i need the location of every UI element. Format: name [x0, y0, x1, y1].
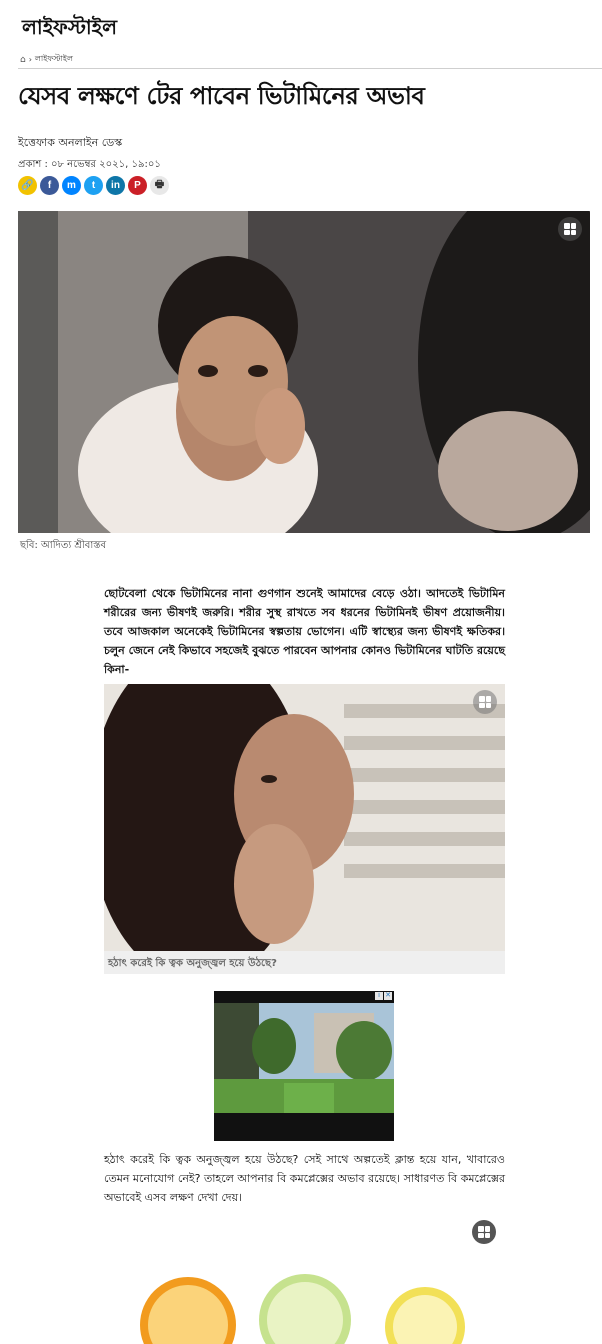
header-divider — [18, 68, 602, 69]
inline-image-caption: হঠাৎ করেই কি ত্বক অনুজ্জ্বল হয়ে উঠছে? — [104, 951, 505, 974]
gallery-icon-bottom[interactable] — [472, 1220, 496, 1244]
article-published-date: প্রকাশ : ০৮ নভেম্বর ২০২১, ১৯:০১ — [18, 159, 161, 170]
ad-illustration — [214, 1003, 394, 1113]
linkedin-icon[interactable]: in — [106, 176, 125, 195]
messenger-icon[interactable]: m — [62, 176, 81, 195]
facebook-icon[interactable]: f — [40, 176, 59, 195]
ad-close-icon[interactable]: ✕ — [384, 992, 392, 1000]
article-headline: যেসব লক্ষণে টের পাবেন ভিটামিনের অভাব — [18, 82, 425, 110]
breadcrumb-separator: › — [28, 55, 32, 64]
hero-image — [18, 211, 590, 533]
ad-badge[interactable]: i ✕ — [375, 992, 392, 1000]
inline-illustration — [104, 684, 505, 951]
twitter-icon[interactable]: t — [84, 176, 103, 195]
hero-caption: ছবি: আদিত্য শ্রীবাস্তব — [20, 540, 107, 551]
gallery-icon[interactable] — [558, 217, 582, 241]
share-bar: 🔗 f m t in P 🖶 — [18, 176, 169, 195]
inline-image — [104, 684, 505, 951]
citrus-illustration — [140, 1274, 465, 1344]
hero-illustration — [18, 211, 590, 533]
print-icon[interactable]: 🖶 — [150, 176, 169, 195]
second-paragraph: হঠাৎ করেই কি ত্বক অনুজ্জ্বল হয়ে উঠছে? স… — [104, 1153, 505, 1204]
gallery-icon-inline[interactable] — [473, 690, 497, 714]
pinterest-icon[interactable]: P — [128, 176, 147, 195]
section-title[interactable]: লাইফস্টাইল — [22, 13, 117, 46]
home-icon[interactable]: ⌂ — [20, 55, 26, 65]
citrus-image — [100, 1265, 500, 1344]
breadcrumb: ⌂ › লাইফস্টাইল — [20, 53, 73, 66]
copy-link-icon[interactable]: 🔗 — [18, 176, 37, 195]
lead-paragraph: ছোটবেলা থেকে ভিটামিনের নানা গুণগান শুনেই… — [104, 587, 505, 676]
breadcrumb-current[interactable]: লাইফস্টাইল — [35, 53, 73, 66]
advertisement[interactable]: i ✕ — [214, 991, 394, 1141]
ad-info-icon[interactable]: i — [375, 992, 383, 1000]
article-author: ইত্তেফাক অনলাইন ডেস্ক — [18, 136, 123, 149]
